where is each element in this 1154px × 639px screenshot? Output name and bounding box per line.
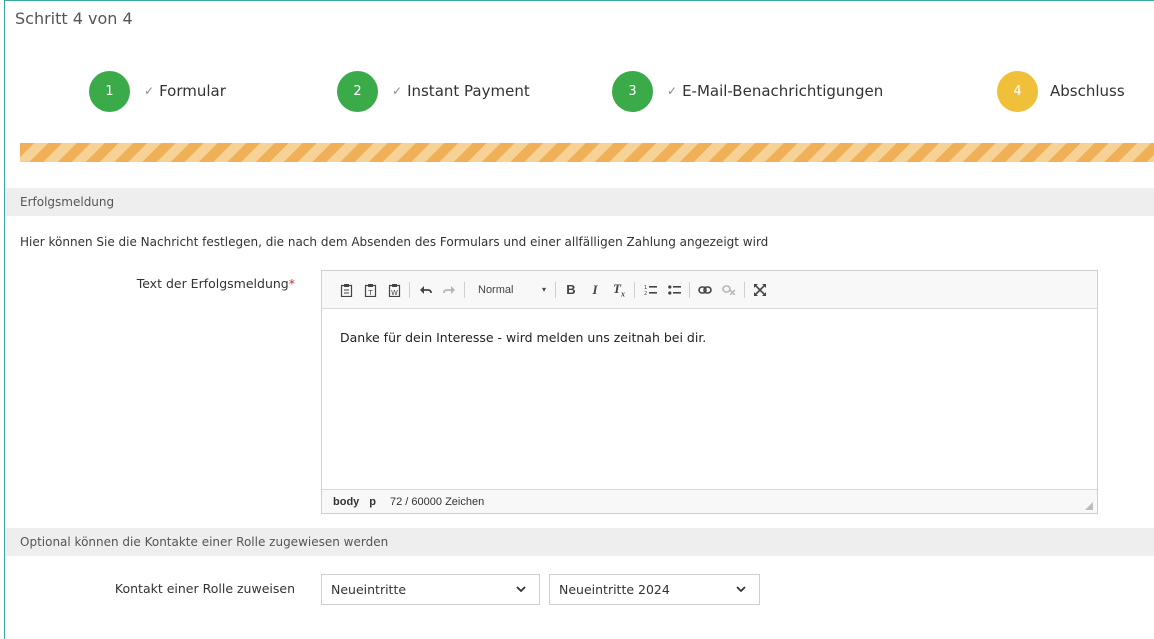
- svg-text:W: W: [391, 289, 398, 297]
- unlink-icon[interactable]: [717, 278, 741, 302]
- role-assign-label: Kontakt einer Rolle zuweisen: [114, 581, 295, 596]
- link-icon[interactable]: [693, 278, 717, 302]
- toolbar-separator: [744, 281, 745, 298]
- svg-text:2: 2: [644, 291, 647, 296]
- success-message-label: Text der Erfolgsmeldung*: [130, 276, 295, 291]
- required-mark: *: [288, 276, 295, 291]
- step-number-badge: 2: [337, 70, 378, 112]
- role-select-value: Neueintritte 2024: [559, 582, 670, 597]
- check-icon: ✓: [144, 84, 155, 98]
- paste-word-icon[interactable]: W: [382, 278, 406, 302]
- path-body[interactable]: body: [333, 496, 359, 508]
- format-select[interactable]: Normal ▾: [468, 278, 552, 302]
- toolbar-separator: [555, 281, 556, 298]
- bulleted-list-icon[interactable]: [662, 278, 686, 302]
- role-group-select[interactable]: Neueintritte: [321, 574, 540, 605]
- remove-format-icon[interactable]: Tx: [607, 278, 631, 302]
- toolbar-separator: [464, 281, 465, 298]
- wizard-step-label: E-Mail-Benachrichtigungen: [682, 82, 884, 100]
- redo-icon[interactable]: [437, 278, 461, 302]
- undo-icon[interactable]: [413, 278, 437, 302]
- step-number-badge: 3: [612, 70, 653, 112]
- svg-text:T: T: [367, 289, 373, 297]
- toolbar-separator: [409, 281, 410, 298]
- wizard-step-2[interactable]: 2 ✓ Instant Payment: [337, 70, 530, 112]
- chevron-down-icon: [736, 586, 746, 593]
- paste-icon[interactable]: [334, 278, 358, 302]
- wizard-step-label: Formular: [159, 82, 226, 100]
- step-number-badge: 1: [89, 70, 130, 112]
- resize-handle[interactable]: [1085, 502, 1093, 510]
- editor-statusbar: body p 72 / 60000 Zeichen: [322, 489, 1097, 513]
- paste-text-icon[interactable]: T: [358, 278, 382, 302]
- wizard-step-4[interactable]: 4 Abschluss: [997, 70, 1125, 112]
- step-number-badge: 4: [997, 70, 1038, 112]
- wizard-step-1[interactable]: 1 ✓ Formular: [89, 70, 226, 112]
- editor-content[interactable]: Danke für dein Interesse - wird melden u…: [322, 309, 1097, 489]
- char-count: 72 / 60000 Zeichen: [390, 495, 485, 508]
- format-select-value: Normal: [478, 283, 514, 296]
- role-group-select-value: Neueintritte: [331, 582, 407, 597]
- bold-icon[interactable]: B: [559, 278, 583, 302]
- check-icon: ✓: [392, 84, 403, 98]
- section-header-role: Optional können die Kontakte einer Rolle…: [5, 528, 1154, 556]
- wizard-step-label: Instant Payment: [407, 82, 530, 100]
- numbered-list-icon[interactable]: 12: [638, 278, 662, 302]
- path-p[interactable]: p: [369, 496, 376, 508]
- wizard-step-3[interactable]: 3 ✓ E-Mail-Benachrichtigungen: [612, 70, 883, 112]
- role-select[interactable]: Neueintritte 2024: [549, 574, 760, 605]
- chevron-down-icon: [516, 586, 526, 593]
- step-title: Schritt 4 von 4: [15, 9, 133, 28]
- success-intro-text: Hier können Sie die Nachricht festlegen,…: [20, 235, 769, 249]
- caret-down-icon: ▾: [541, 285, 546, 294]
- progress-bar: [20, 143, 1154, 162]
- editor-paragraph: Danke für dein Interesse - wird melden u…: [340, 330, 707, 345]
- wizard-steps: 1 ✓ Formular 2 ✓ Instant Payment 3 ✓ E-M…: [0, 70, 1154, 112]
- wizard-step-label: Abschluss: [1050, 82, 1125, 100]
- italic-icon[interactable]: I: [583, 278, 607, 302]
- success-message-label-text: Text der Erfolgsmeldung: [136, 276, 289, 291]
- toolbar-separator: [689, 281, 690, 298]
- maximize-icon[interactable]: [748, 278, 772, 302]
- toolbar-separator: [634, 281, 635, 298]
- rich-text-editor: T W Normal ▾ B I Tx 12 Danke für dein In…: [321, 270, 1098, 514]
- section-header-success: Erfolgsmeldung: [5, 188, 1154, 216]
- check-icon: ✓: [667, 84, 678, 98]
- editor-toolbar: T W Normal ▾ B I Tx 12: [322, 271, 1097, 309]
